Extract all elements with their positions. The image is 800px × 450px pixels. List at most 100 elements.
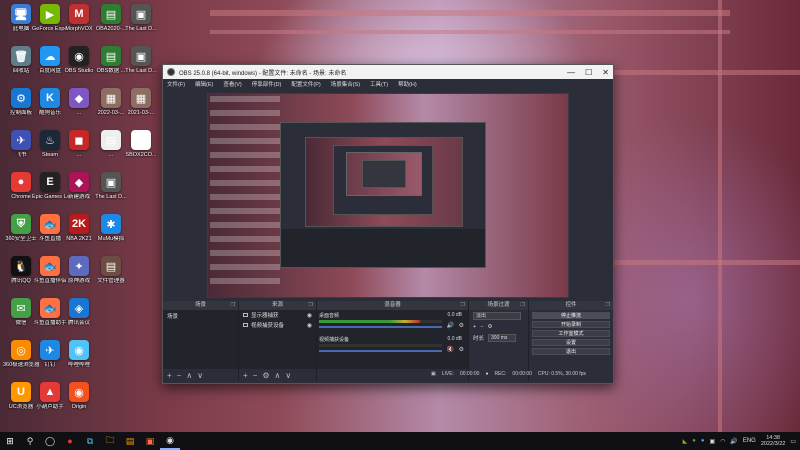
menu-tools[interactable]: 工具(T) (370, 80, 388, 88)
app-taskbar-icon[interactable]: ▣ (140, 432, 160, 450)
visibility-eye-icon[interactable]: ◉ (307, 312, 312, 319)
stop-streaming-button[interactable]: 停止推流 (532, 312, 610, 319)
desktop-icon[interactable]: ✦ 原神游戏 (62, 256, 96, 298)
scenes-list[interactable]: 场景 (163, 310, 238, 369)
desktop-icon[interactable]: ◉ 哔哩哔哩 (62, 340, 96, 382)
desktop-icon[interactable]: ▦ 2022-03-... (94, 88, 128, 130)
sources-list[interactable]: 显示器捕获 ◉ 视频捕获设备 ◉ (239, 310, 316, 369)
wifi-icon[interactable]: ◠ (720, 438, 725, 445)
search-icon[interactable]: ⚲ (20, 432, 40, 450)
desktop-icon[interactable]: ◆ 新建游戏 (62, 172, 96, 214)
desktop-icon[interactable]: ▣ The Last D... (124, 46, 158, 88)
volume-slider[interactable] (319, 326, 442, 328)
taskbar-clock[interactable]: 14:38 2022/3/22 (761, 435, 785, 447)
move-up-icon[interactable]: ∧ (186, 371, 192, 380)
settings-button[interactable]: 设置 (532, 339, 610, 346)
desktop-icon[interactable]: ▤ OBA2020-... (94, 4, 128, 46)
volume-icon[interactable]: 🔊 (730, 438, 737, 445)
desktop-icon[interactable]: ▤... (94, 130, 128, 172)
task-view-icon[interactable]: ◯ (40, 432, 60, 450)
remove-scene-icon[interactable]: − (177, 371, 182, 380)
remove-transition-icon[interactable]: − (480, 324, 483, 330)
desktop-icon[interactable]: ✱ MuMu模拟 (94, 214, 128, 256)
dock-float-icon[interactable]: ❐ (461, 301, 465, 310)
mixer-channel-capture-device: 视频捕获设备 0.0 dB 🔇 ⚙ (319, 336, 466, 358)
visibility-eye-icon[interactable]: ◉ (307, 322, 312, 329)
app-icon: ◉ (69, 340, 89, 360)
speaker-icon[interactable]: 🔊 (447, 322, 454, 329)
maximize-button[interactable]: ☐ (585, 68, 592, 77)
scene-item[interactable]: 场景 (163, 310, 238, 322)
speaker-muted-icon[interactable]: 🔇 (447, 346, 454, 353)
clock-date: 2022/3/22 (760, 441, 786, 447)
menu-edit[interactable]: 编辑(E) (195, 80, 213, 88)
channel-gear-icon[interactable]: ⚙ (459, 346, 464, 353)
desktop-icon[interactable]: M MorphVOX (62, 4, 96, 46)
obs-taskbar-icon[interactable]: ◉ (160, 432, 180, 450)
tray-app-icon[interactable]: ● (692, 438, 696, 444)
desktop-icon[interactable]: ◆... (62, 88, 96, 130)
close-button[interactable]: ✕ (602, 68, 609, 77)
desktop-icon[interactable]: ◈ 腾讯会议 (62, 298, 96, 340)
menu-scene-collection[interactable]: 场景集合(S) (331, 80, 360, 88)
dock-float-icon[interactable]: ❐ (521, 301, 525, 310)
volume-meter-fill (319, 320, 420, 323)
desktop-icon-label: 文件管理器 (97, 278, 125, 284)
obs-preview-canvas[interactable] (207, 93, 569, 298)
menu-view[interactable]: 查看(V) (223, 80, 241, 88)
notification-icon[interactable]: ▭ (790, 438, 796, 445)
menu-profile[interactable]: 配置文件(P) (291, 80, 320, 88)
input-language[interactable]: ENG (743, 438, 756, 444)
source-item[interactable]: 显示器捕获 ◉ (239, 310, 316, 320)
add-scene-icon[interactable]: + (167, 371, 172, 380)
camera-icon (243, 323, 248, 327)
nvidia-tray-icon[interactable]: ◣ (683, 438, 688, 445)
exit-button[interactable]: 退出 (532, 348, 610, 355)
menu-file[interactable]: 文件(F) (167, 80, 185, 88)
remove-source-icon[interactable]: − (253, 371, 258, 380)
nested-obs-window-1 (280, 122, 486, 268)
desktop-icon[interactable]: ▦ 2021-03-... (124, 88, 158, 130)
start-recording-button[interactable]: 开始录制 (532, 321, 610, 328)
dock-float-icon[interactable]: ❐ (606, 301, 610, 310)
app-icon: ◎ (11, 340, 31, 360)
source-item[interactable]: 视频捕获设备 ◉ (239, 320, 316, 330)
app-icon: ✈ (40, 340, 60, 360)
source-properties-gear-icon[interactable]: ⚙ (262, 371, 269, 380)
desktop-icon[interactable]: ◉ OBS Studio (62, 46, 96, 88)
start-button[interactable]: ⊞ (0, 432, 20, 450)
app-taskbar-icon[interactable]: ▤ (120, 432, 140, 450)
app-icon: ⛨ (11, 214, 31, 234)
desktop-icon[interactable]: ▤ 文件管理器 (94, 256, 128, 298)
tray-app-icon[interactable]: ● (701, 438, 705, 444)
obs-window[interactable]: OBS 25.0.8 (64-bit, windows) - 配置文件: 未命名… (162, 64, 614, 384)
transition-gear-icon[interactable]: ⚙ (487, 324, 492, 330)
channel-gear-icon[interactable]: ⚙ (459, 322, 464, 329)
dock-float-icon[interactable]: ❐ (231, 301, 235, 310)
minimize-button[interactable]: — (567, 68, 575, 77)
desktop-icon[interactable]: 2K NBA 2K21 (62, 214, 96, 256)
desktop-icon[interactable]: ◉ Origin (62, 382, 96, 424)
file-explorer-icon[interactable]: 🗀 (100, 432, 120, 450)
menu-docks[interactable]: 停靠部件(D) (252, 80, 282, 88)
desktop-icon[interactable]: ▣ The Last D... (94, 172, 128, 214)
desktop-icon[interactable]: ▣ The Last D... (124, 4, 158, 46)
transition-select[interactable]: 淡出 (473, 312, 521, 320)
add-source-icon[interactable]: + (243, 371, 248, 380)
studio-mode-button[interactable]: 工作室模式 (532, 330, 610, 337)
dock-float-icon[interactable]: ❐ (309, 301, 313, 310)
move-down-icon[interactable]: ∨ (197, 371, 203, 380)
add-transition-icon[interactable]: + (473, 324, 476, 330)
move-up-icon[interactable]: ∧ (275, 371, 281, 380)
chrome-taskbar-icon[interactable]: ● (60, 432, 80, 450)
obs-title-bar[interactable]: OBS 25.0.8 (64-bit, windows) - 配置文件: 未命名… (163, 65, 613, 79)
move-down-icon[interactable]: ∨ (285, 371, 291, 380)
desktop-icon[interactable]: ▤ OBS数据 ... (94, 46, 128, 88)
volume-slider[interactable] (319, 350, 442, 352)
desktop-icon[interactable]: ▤ SBOX2CO... (124, 130, 158, 172)
app-taskbar-icon[interactable]: ⧉ (80, 432, 100, 450)
menu-help[interactable]: 帮助(H) (398, 80, 417, 88)
duration-input[interactable]: 300 ms (488, 334, 517, 342)
tray-app-icon[interactable]: ▣ (709, 438, 715, 445)
desktop-icon[interactable]: ◼... (62, 130, 96, 172)
